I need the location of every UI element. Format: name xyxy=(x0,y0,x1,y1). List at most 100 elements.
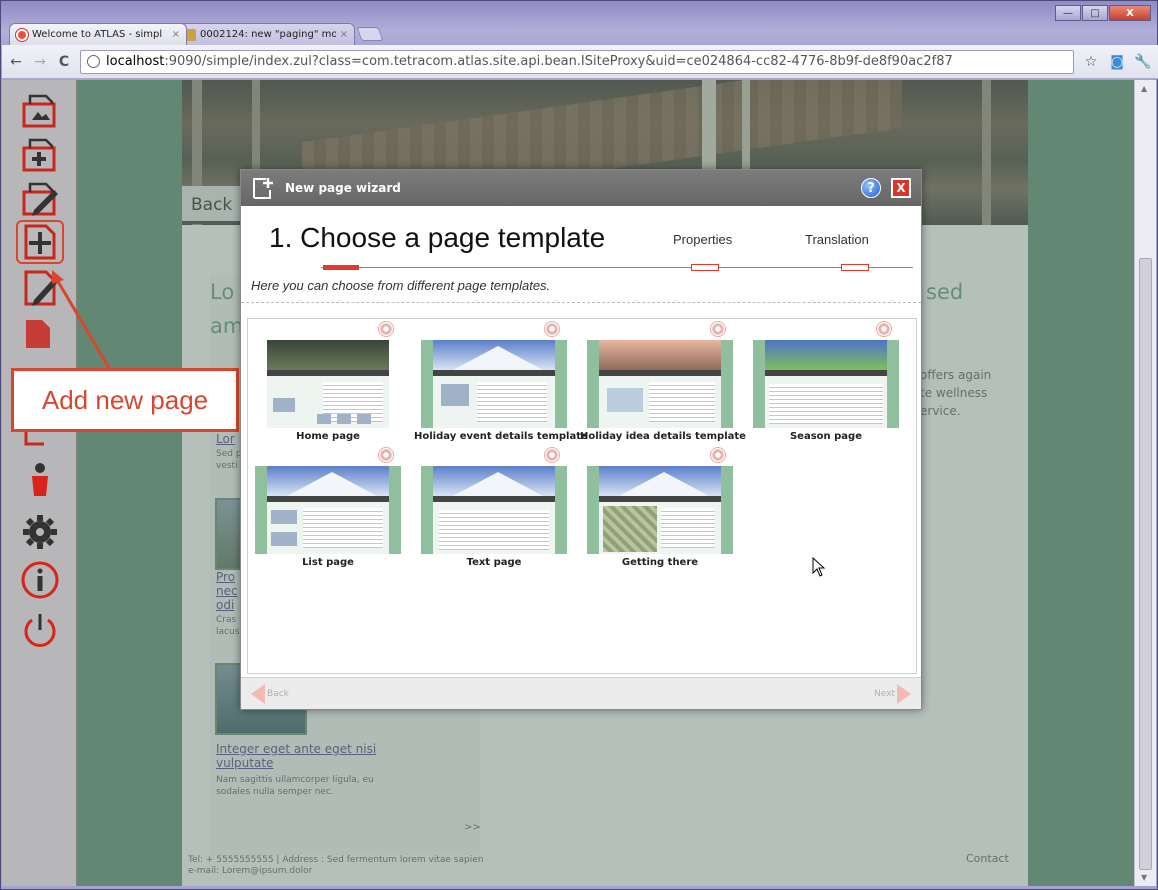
new-page-icon xyxy=(253,178,273,199)
atlas-favicon-icon xyxy=(16,28,28,41)
add-page-icon[interactable] xyxy=(16,220,64,264)
new-tab-button[interactable] xyxy=(356,27,384,41)
step-marker xyxy=(841,264,869,271)
back-arrow-icon[interactable]: ← xyxy=(8,54,24,70)
thumb-nav xyxy=(599,496,721,502)
template-thumbnail xyxy=(587,340,733,428)
template-settings-icon[interactable] xyxy=(710,321,726,337)
template-settings-icon[interactable] xyxy=(544,447,560,463)
template-card[interactable]: Season page xyxy=(746,319,906,442)
thumb-image xyxy=(271,510,297,524)
template-card[interactable]: List page xyxy=(248,445,408,568)
thumb-header xyxy=(765,340,887,370)
thumb-text xyxy=(661,508,715,548)
copy-page-icon[interactable] xyxy=(16,310,64,354)
page-scrollbar[interactable]: ▲ ▼ xyxy=(1134,80,1156,886)
scroll-down-icon[interactable]: ▼ xyxy=(1141,873,1147,882)
maximize-button[interactable]: □ xyxy=(1082,5,1108,21)
wrench-icon[interactable]: 🔧 xyxy=(1134,54,1152,70)
dialog-close-button[interactable]: X xyxy=(891,178,911,198)
thumb-header xyxy=(267,340,389,370)
template-thumbnail xyxy=(255,340,401,428)
thumb-mountain xyxy=(453,472,543,496)
template-name: Holiday idea details template xyxy=(580,431,746,442)
tab-close-icon[interactable]: × xyxy=(172,29,180,40)
template-card[interactable]: Getting there xyxy=(580,445,740,568)
browser-toolbar: ← → C localhost:9090/simple/index.zul?cl… xyxy=(2,45,1158,79)
thumb-map xyxy=(603,506,657,552)
template-settings-icon[interactable] xyxy=(544,321,560,337)
template-settings-icon[interactable] xyxy=(876,321,892,337)
thumb-nav xyxy=(433,370,555,376)
new-page-wizard-dialog: New page wizard ? X 1. Choose a page tem… xyxy=(240,169,922,710)
tab-strip: Welcome to ATLAS - simpl × 0002124: new … xyxy=(9,23,384,45)
user-icon[interactable] xyxy=(16,458,64,502)
step-translation: Translation xyxy=(805,232,869,247)
template-thumbnail xyxy=(421,340,567,428)
info-icon[interactable] xyxy=(16,558,64,602)
star-icon[interactable]: ☆ xyxy=(1082,54,1100,70)
forward-arrow-icon[interactable]: → xyxy=(32,54,48,70)
tab-close-icon[interactable]: × xyxy=(340,29,348,40)
dialog-title: New page wizard xyxy=(285,181,401,195)
template-settings-icon[interactable] xyxy=(378,447,394,463)
thumb-text xyxy=(649,382,715,422)
page-viewport: Back Lo am sed offers again te wellness … xyxy=(2,80,1134,886)
template-thumbnail xyxy=(587,466,733,554)
minimize-button[interactable]: — xyxy=(1055,5,1081,21)
add-site-icon[interactable] xyxy=(16,132,64,176)
address-bar[interactable]: localhost:9090/simple/index.zul?class=co… xyxy=(80,49,1074,74)
scrollbar-thumb[interactable] xyxy=(1139,258,1152,870)
template-card[interactable]: Text page xyxy=(414,445,574,568)
scroll-up-icon[interactable]: ▲ xyxy=(1141,84,1147,93)
current-step-title: 1. Choose a page template xyxy=(269,222,606,253)
wizard-back-button[interactable]: Back xyxy=(251,684,289,704)
close-window-button[interactable]: X xyxy=(1109,5,1151,21)
help-button[interactable]: ? xyxy=(861,178,881,198)
thumb-nav xyxy=(267,370,389,376)
wizard-steps: 1. Choose a page template Properties Tra… xyxy=(241,206,921,276)
thumb-image xyxy=(271,532,297,546)
template-settings-icon[interactable] xyxy=(710,447,726,463)
tab-atlas[interactable]: Welcome to ATLAS - simpl × xyxy=(9,23,187,45)
step-marker-active xyxy=(323,265,359,270)
settings-icon[interactable] xyxy=(16,510,64,554)
template-name: Getting there xyxy=(621,557,699,568)
template-name: Text page xyxy=(466,557,522,568)
url-host: localhost xyxy=(106,54,165,69)
annotation-label: Add new page xyxy=(11,368,239,432)
template-gallery: Home page Holiday event details template xyxy=(247,318,917,674)
divider xyxy=(241,302,921,303)
template-card[interactable]: Home page xyxy=(248,319,408,442)
wizard-next-button[interactable]: Next xyxy=(874,684,911,704)
page-info-icon[interactable] xyxy=(87,55,100,68)
edit-site-icon[interactable] xyxy=(16,176,64,220)
template-settings-icon[interactable] xyxy=(378,321,394,337)
template-name: Home page xyxy=(296,431,360,442)
tab-mantis[interactable]: 0002124: new "paging" moc × xyxy=(177,23,355,45)
url-path: :9090/simple/index.zul?class=com.tetraco… xyxy=(164,54,953,69)
edit-page-icon[interactable] xyxy=(16,266,64,310)
thumb-nav xyxy=(433,496,555,502)
template-card[interactable]: Holiday idea details template xyxy=(580,319,746,442)
extension-icon[interactable]: ◙ xyxy=(1108,54,1126,70)
template-name: Season page xyxy=(789,431,862,442)
mouse-cursor-icon xyxy=(812,557,826,577)
thumb-nav xyxy=(599,370,721,376)
thumb-text xyxy=(477,382,547,422)
power-icon[interactable] xyxy=(16,608,64,652)
thumb-text xyxy=(439,510,549,550)
thumb-image xyxy=(441,384,469,406)
template-thumbnail xyxy=(255,466,401,554)
thumb-mountain xyxy=(453,346,543,370)
template-thumbnail xyxy=(421,466,567,554)
step-progress-line xyxy=(321,267,913,268)
template-card[interactable]: Holiday event details template xyxy=(414,319,588,442)
admin-sidebar xyxy=(2,80,78,886)
reload-icon[interactable]: C xyxy=(56,54,72,70)
browser-window: Welcome to ATLAS - simpl × 0002124: new … xyxy=(0,0,1158,890)
back-triangle-icon xyxy=(251,684,265,704)
window-controls: — □ X xyxy=(1055,5,1151,21)
site-list-icon[interactable] xyxy=(16,88,64,132)
template-thumbnail xyxy=(753,340,899,428)
